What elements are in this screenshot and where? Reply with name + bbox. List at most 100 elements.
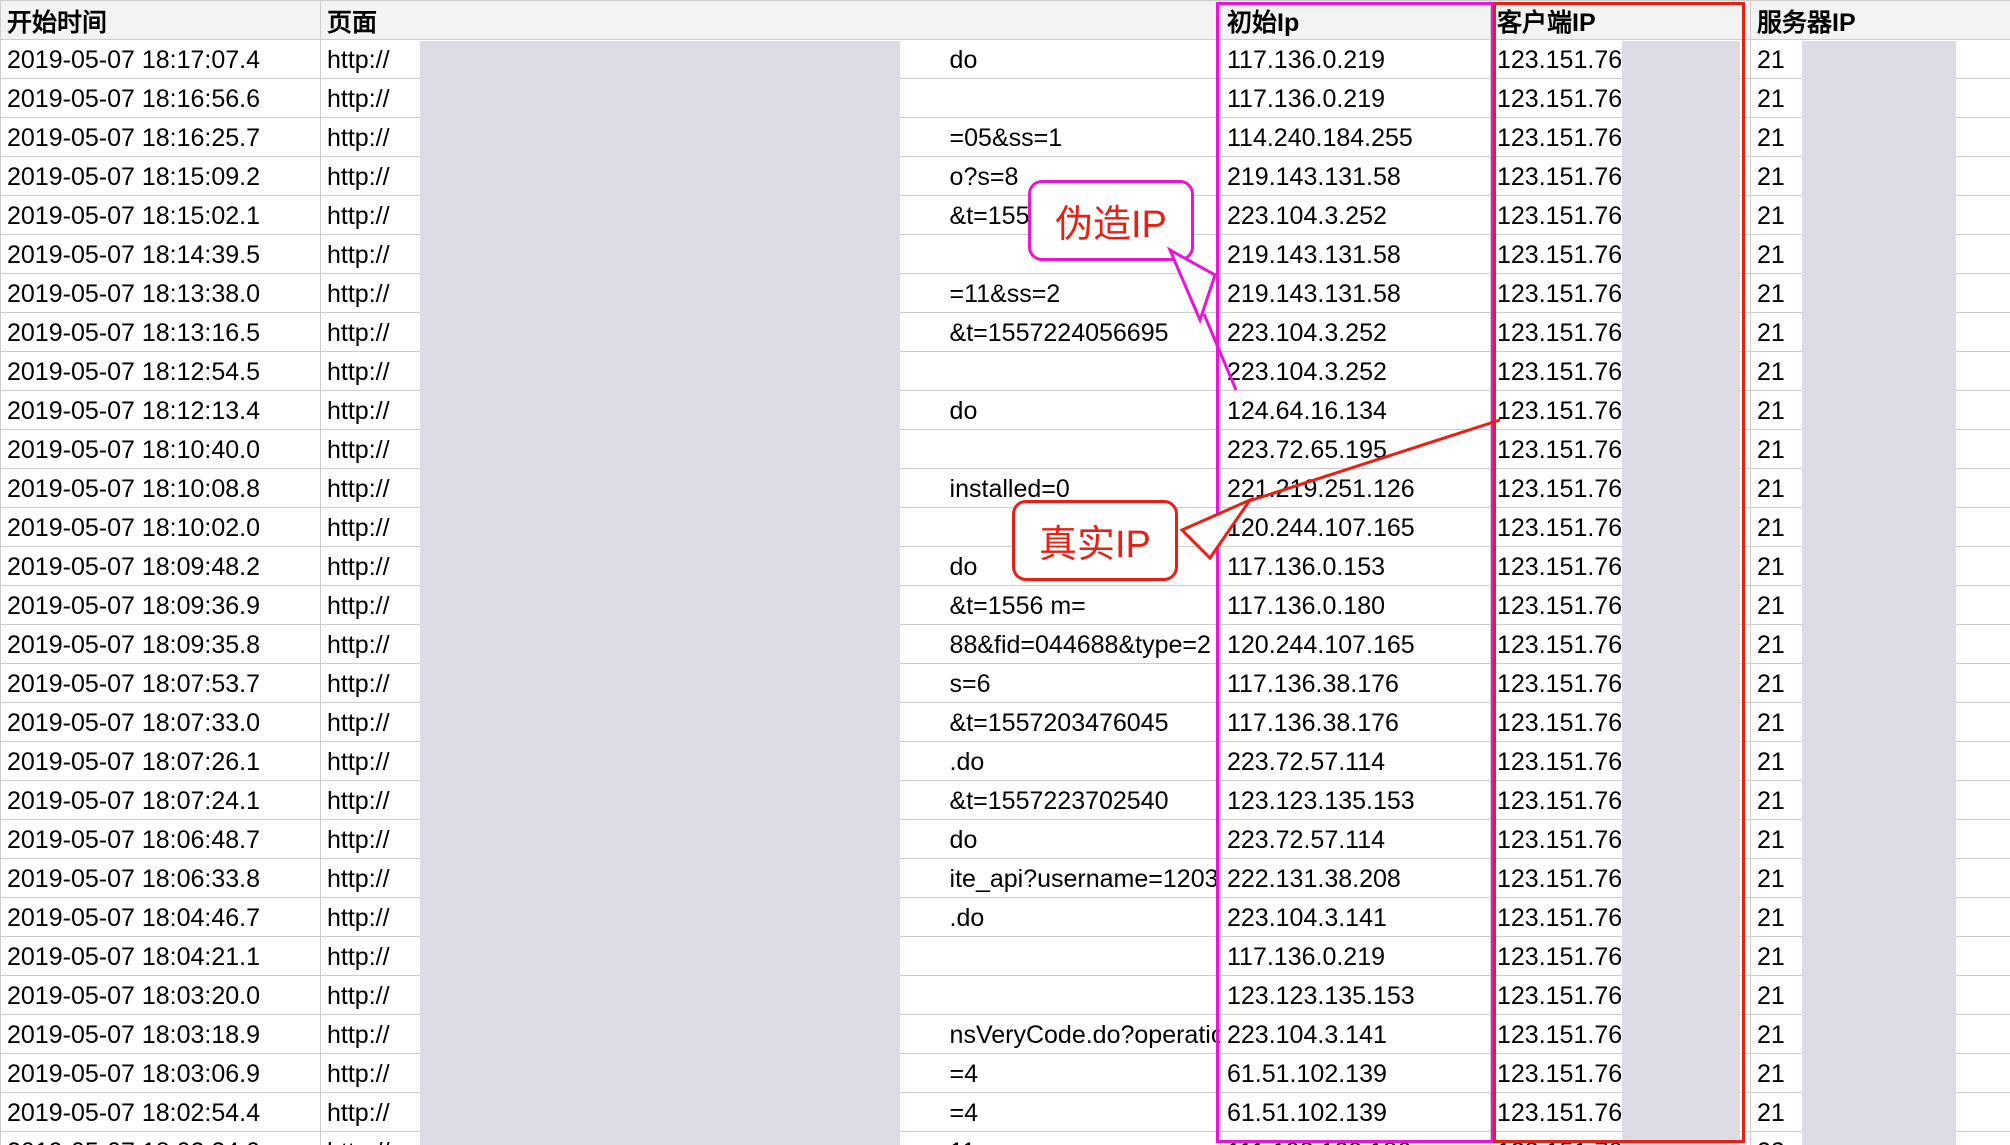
table-row[interactable]: 2019-05-07 18:06:48.7http://do223.72.57.…: [1, 820, 2010, 859]
cell-server-ip: 21: [1751, 898, 2010, 937]
cell-server-ip: 21: [1751, 820, 2010, 859]
table-row[interactable]: 2019-05-07 18:09:36.9http://&t=1556 m=11…: [1, 586, 2010, 625]
cell-start-time: 2019-05-07 18:02:34.0: [1, 1132, 321, 1145]
table-row[interactable]: 2019-05-07 18:07:53.7http://s=6117.136.3…: [1, 664, 2010, 703]
table-row[interactable]: 2019-05-07 18:14:39.5http://219.143.131.…: [1, 235, 2010, 274]
table-row[interactable]: 2019-05-07 18:12:54.5http://223.104.3.25…: [1, 352, 2010, 391]
page-url-suffix: do: [950, 397, 978, 425]
page-url-prefix: http://: [327, 85, 390, 113]
cell-initial-ip: 117.136.0.219: [1221, 79, 1491, 118]
table-row[interactable]: 2019-05-07 18:04:21.1http://117.136.0.21…: [1, 937, 2010, 976]
page-url-suffix: o?s=8: [950, 163, 1019, 191]
page-url-prefix: http://: [327, 709, 390, 737]
cell-initial-ip: 223.104.3.252: [1221, 196, 1491, 235]
cell-server-ip: 21: [1751, 313, 2010, 352]
col-page[interactable]: 页面: [321, 1, 1221, 40]
table-row[interactable]: 2019-05-07 18:03:20.0http://123.123.135.…: [1, 976, 2010, 1015]
table-row[interactable]: 2019-05-07 18:15:09.2http://o?s=8219.143…: [1, 157, 2010, 196]
col-start-time[interactable]: 开始时间: [1, 1, 321, 40]
cell-page: http://11: [321, 1132, 1221, 1145]
cell-page: http://ite_api?username=120385: [321, 859, 1221, 898]
cell-client-ip: 123.151.76: [1491, 352, 1751, 391]
table-row[interactable]: 2019-05-07 18:09:35.8http://88&fid=04468…: [1, 625, 2010, 664]
page-url-prefix: http://: [327, 397, 390, 425]
cell-initial-ip: 117.136.0.180: [1221, 586, 1491, 625]
cell-server-ip: 21: [1751, 235, 2010, 274]
table-row[interactable]: 2019-05-07 18:04:46.7http://.do223.104.3…: [1, 898, 2010, 937]
cell-start-time: 2019-05-07 18:03:20.0: [1, 976, 321, 1015]
cell-initial-ip: 120.244.107.165: [1221, 625, 1491, 664]
table-row[interactable]: 2019-05-07 18:07:33.0http://&t=155720347…: [1, 703, 2010, 742]
cell-page: http://nsVeryCode.do?operation=: [321, 1015, 1221, 1054]
page-url-suffix: s=6: [950, 670, 991, 698]
cell-page: http://=11&ss=2: [321, 274, 1221, 313]
cell-initial-ip: 117.136.0.153: [1221, 547, 1491, 586]
cell-client-ip: 123.151.76: [1491, 508, 1751, 547]
table-row[interactable]: 2019-05-07 18:09:48.2http://do117.136.0.…: [1, 547, 2010, 586]
cell-client-ip: 123.151.76: [1491, 196, 1751, 235]
col-server-ip[interactable]: 服务器IP: [1751, 1, 2010, 40]
cell-start-time: 2019-05-07 18:15:09.2: [1, 157, 321, 196]
table-row[interactable]: 2019-05-07 18:02:54.4http://=461.51.102.…: [1, 1093, 2010, 1132]
cell-page: http:// do: [321, 820, 1221, 859]
table-row[interactable]: 2019-05-07 18:13:38.0http://=11&ss=2219.…: [1, 274, 2010, 313]
cell-client-ip: 123.151.76: [1491, 859, 1751, 898]
cell-page: http://&t=1557223702540: [321, 781, 1221, 820]
cell-start-time: 2019-05-07 18:16:25.7: [1, 118, 321, 157]
table-row[interactable]: 2019-05-07 18:10:02.0http://120.244.107.…: [1, 508, 2010, 547]
page-url-suffix: do: [950, 826, 978, 854]
cell-server-ip: 21: [1751, 664, 2010, 703]
cell-client-ip: 123.151.76: [1491, 313, 1751, 352]
cell-start-time: 2019-05-07 18:07:33.0: [1, 703, 321, 742]
cell-start-time: 2019-05-07 18:09:48.2: [1, 547, 321, 586]
table-row[interactable]: 2019-05-07 18:06:33.8http://ite_api?user…: [1, 859, 2010, 898]
cell-client-ip: 123.151.76: [1491, 430, 1751, 469]
cell-initial-ip: 219.143.131.58: [1221, 235, 1491, 274]
cell-server-ip: 21: [1751, 1054, 2010, 1093]
page-url-suffix: &t=1557224056695: [950, 319, 1169, 347]
col-initial-ip[interactable]: 初始Ip: [1221, 1, 1491, 40]
page-url-suffix: installed=0: [950, 475, 1070, 503]
cell-server-ip: 21: [1751, 118, 2010, 157]
page-url-prefix: http://: [327, 904, 390, 932]
page-url-prefix: http://: [327, 202, 390, 230]
page-url-suffix: &t=1557223702540: [950, 787, 1169, 815]
table-row[interactable]: 2019-05-07 18:07:26.1http://.do223.72.57…: [1, 742, 2010, 781]
cell-client-ip: 123.151.76: [1491, 625, 1751, 664]
cell-server-ip: 21: [1751, 352, 2010, 391]
cell-initial-ip: 223.104.3.252: [1221, 313, 1491, 352]
cell-server-ip: 21: [1751, 1093, 2010, 1132]
table-row[interactable]: 2019-05-07 18:07:24.1http://&t=155722370…: [1, 781, 2010, 820]
table-row[interactable]: 2019-05-07 18:10:40.0http://223.72.65.19…: [1, 430, 2010, 469]
table-row[interactable]: 2019-05-07 18:16:25.7http://=05&ss=1114.…: [1, 118, 2010, 157]
table-row[interactable]: 2019-05-07 18:10:08.8http://installed=02…: [1, 469, 2010, 508]
cell-server-ip: 21: [1751, 781, 2010, 820]
table-row[interactable]: 2019-05-07 18:13:16.5http://&t=155722405…: [1, 313, 2010, 352]
table-row[interactable]: 2019-05-07 18:16:56.6http://117.136.0.21…: [1, 79, 2010, 118]
cell-client-ip: 123.151.76: [1491, 40, 1751, 79]
table-row[interactable]: 2019-05-07 18:17:07.4http://do117.136.0.…: [1, 40, 2010, 79]
table-row[interactable]: 2019-05-07 18:15:02.1http://&t=15572223.…: [1, 196, 2010, 235]
col-client-ip[interactable]: 客户端IP: [1491, 1, 1751, 40]
cell-server-ip: 21: [1751, 859, 2010, 898]
cell-page: http://: [321, 937, 1221, 976]
page-url-prefix: http://: [327, 319, 390, 347]
cell-server-ip: 21: [1751, 40, 2010, 79]
cell-page: http://: [321, 79, 1221, 118]
cell-server-ip: 21: [1751, 703, 2010, 742]
cell-page: http://s=6: [321, 664, 1221, 703]
table-row[interactable]: 2019-05-07 18:03:18.9http://nsVeryCode.d…: [1, 1015, 2010, 1054]
cell-server-ip: 21: [1751, 508, 2010, 547]
cell-initial-ip: 223.104.3.141: [1221, 898, 1491, 937]
cell-server-ip: 21: [1751, 391, 2010, 430]
table-row[interactable]: 2019-05-07 18:12:13.4http://do124.64.16.…: [1, 391, 2010, 430]
table-row[interactable]: 2019-05-07 18:03:06.9http://=461.51.102.…: [1, 1054, 2010, 1093]
cell-start-time: 2019-05-07 18:10:02.0: [1, 508, 321, 547]
table-row[interactable]: 2019-05-07 18:02:34.0http://11111.193.12…: [1, 1132, 2010, 1145]
page-url-prefix: http://: [327, 826, 390, 854]
cell-server-ip: 23: [1751, 1132, 2010, 1145]
cell-page: http://88&fid=044688&type=2: [321, 625, 1221, 664]
cell-page: http:// &t=1557224056695: [321, 313, 1221, 352]
cell-initial-ip: 222.131.38.208: [1221, 859, 1491, 898]
cell-initial-ip: 123.123.135.153: [1221, 781, 1491, 820]
